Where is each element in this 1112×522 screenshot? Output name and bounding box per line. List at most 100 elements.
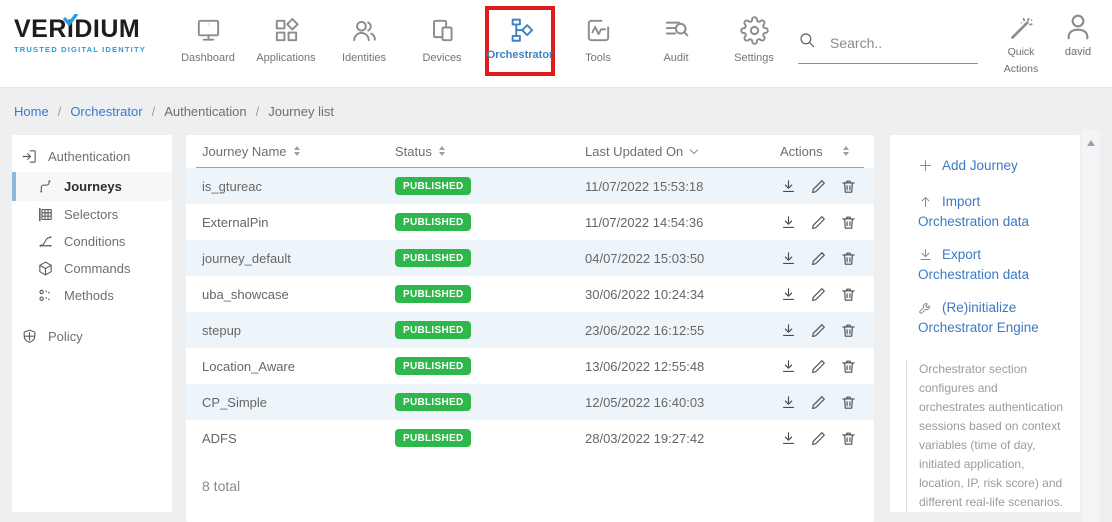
journey-name: Location_Aware	[202, 359, 395, 374]
nav-item-settings[interactable]: Settings	[715, 6, 793, 80]
scrollbar-track[interactable]	[1082, 130, 1100, 522]
sidebar-item-authentication[interactable]: Authentication	[12, 140, 172, 172]
top-navbar: VERIDIUM TRUSTED DIGITAL IDENTITY Dashbo…	[0, 0, 1112, 88]
table-total-count: 8 total	[202, 478, 858, 494]
journey-name: ExternalPin	[202, 215, 395, 230]
nav-item-label: Settings	[734, 52, 774, 64]
logo-title: VERIDIUM	[14, 16, 146, 42]
download-button[interactable]	[780, 394, 797, 411]
orchestrator-icon	[506, 14, 535, 46]
user-name: david	[1050, 46, 1106, 58]
column-header-journey-name[interactable]: Journey Name	[202, 144, 395, 159]
dashboard-icon	[194, 14, 223, 46]
delete-button[interactable]	[840, 322, 857, 339]
edit-button[interactable]	[810, 286, 827, 303]
status-badge: PUBLISHED	[395, 177, 471, 195]
breadcrumb-separator: /	[58, 104, 62, 119]
add-journey-link[interactable]: Add Journey	[918, 157, 1070, 177]
sidebar-item-label: Journeys	[64, 179, 122, 194]
quick-actions-label-line1: Quick	[994, 44, 1048, 61]
tools-icon	[584, 14, 613, 46]
nav-item-devices[interactable]: Devices	[403, 6, 481, 80]
sidebar-item-label: Selectors	[64, 207, 118, 222]
veridium-logo[interactable]: VERIDIUM TRUSTED DIGITAL IDENTITY	[14, 16, 146, 54]
nav-item-audit[interactable]: Audit	[637, 6, 715, 80]
delete-button[interactable]	[840, 394, 857, 411]
nav-item-orchestrator[interactable]: Orchestrator	[485, 6, 555, 76]
table-row: Location_Aware PUBLISHED 13/06/2022 12:5…	[186, 348, 874, 384]
actions-panel: Add Journey Import Orchestration data Ex…	[890, 135, 1080, 512]
nav-item-dashboard[interactable]: Dashboard	[169, 6, 247, 80]
column-header-last-updated[interactable]: Last Updated On	[585, 144, 780, 159]
scrollbar-up-icon[interactable]	[1087, 140, 1095, 146]
breadcrumb-separator: /	[152, 104, 156, 119]
status-badge: PUBLISHED	[395, 393, 471, 411]
column-header-status[interactable]: Status	[395, 144, 585, 159]
download-button[interactable]	[780, 430, 797, 447]
journey-name: is_gtureac	[202, 179, 395, 194]
edit-button[interactable]	[810, 394, 827, 411]
search-input[interactable]	[830, 35, 962, 51]
status-badge: PUBLISHED	[395, 429, 471, 447]
sidebar-item-conditions[interactable]: Conditions	[12, 228, 172, 255]
nav-item-label: Applications	[256, 52, 315, 64]
last-updated: 12/05/2022 16:40:03	[585, 395, 780, 410]
nav-item-label: Tools	[585, 52, 611, 64]
journey-name: ADFS	[202, 431, 395, 446]
magic-wand-icon	[994, 12, 1048, 44]
last-updated: 28/03/2022 19:27:42	[585, 431, 780, 446]
edit-button[interactable]	[810, 250, 827, 267]
reinitialize-orchestrator-engine-link[interactable]: (Re)initialize Orchestrator Engine	[918, 299, 1070, 336]
nav-item-identities[interactable]: Identities	[325, 6, 403, 80]
column-label: Last Updated On	[585, 144, 683, 159]
edit-button[interactable]	[810, 178, 827, 195]
nav-item-label: Identities	[342, 52, 386, 64]
sidebar-item-label: Commands	[64, 261, 130, 276]
download-button[interactable]	[780, 358, 797, 375]
edit-button[interactable]	[810, 214, 827, 231]
edit-button[interactable]	[810, 430, 827, 447]
sidebar-item-policy[interactable]: Policy	[12, 320, 172, 352]
journey-name: stepup	[202, 323, 395, 338]
export-orchestration-data-link[interactable]: Export Orchestration data	[918, 246, 1070, 283]
edit-button[interactable]	[810, 322, 827, 339]
column-header-actions[interactable]: Actions	[780, 144, 858, 159]
download-button[interactable]	[780, 178, 797, 195]
delete-button[interactable]	[840, 430, 857, 447]
sidebar-item-journeys[interactable]: Journeys	[12, 172, 172, 201]
plus-icon	[918, 158, 933, 177]
sort-desc-icon	[690, 145, 698, 153]
download-button[interactable]	[780, 214, 797, 231]
delete-button[interactable]	[840, 214, 857, 231]
sidebar-item-selectors[interactable]: Selectors	[12, 201, 172, 228]
user-menu[interactable]: david	[1050, 8, 1106, 58]
edit-button[interactable]	[810, 358, 827, 375]
sidebar-item-commands[interactable]: Commands	[12, 255, 172, 282]
breadcrumb-journey-list: Journey list	[268, 104, 334, 119]
column-label: Status	[395, 144, 432, 159]
last-updated: 13/06/2022 12:55:48	[585, 359, 780, 374]
global-search[interactable]	[798, 31, 978, 64]
sidebar-item-methods[interactable]: Methods	[12, 282, 172, 309]
nav-item-tools[interactable]: Tools	[559, 6, 637, 80]
breadcrumb-orchestrator[interactable]: Orchestrator	[70, 104, 142, 119]
delete-button[interactable]	[840, 358, 857, 375]
logo-check-icon	[63, 5, 78, 31]
import-orchestration-data-link[interactable]: Import Orchestration data	[918, 193, 1070, 230]
quick-actions-button[interactable]: Quick Actions	[994, 12, 1048, 78]
sidebar-authentication-sublist: Journeys Selectors Conditions Commands M…	[12, 172, 172, 309]
last-updated: 23/06/2022 16:12:55	[585, 323, 780, 338]
nav-item-applications[interactable]: Applications	[247, 6, 325, 80]
last-updated: 30/06/2022 10:24:34	[585, 287, 780, 302]
delete-button[interactable]	[840, 286, 857, 303]
breadcrumb-home[interactable]: Home	[14, 104, 49, 119]
download-button[interactable]	[780, 250, 797, 267]
user-avatar-icon	[1050, 8, 1106, 46]
nav-item-label: Orchestrator	[487, 49, 554, 61]
table-row: journey_default PUBLISHED 04/07/2022 15:…	[186, 240, 874, 276]
delete-button[interactable]	[840, 178, 857, 195]
download-button[interactable]	[780, 322, 797, 339]
download-button[interactable]	[780, 286, 797, 303]
delete-button[interactable]	[840, 250, 857, 267]
table-row: ExternalPin PUBLISHED 11/07/2022 14:54:3…	[186, 204, 874, 240]
